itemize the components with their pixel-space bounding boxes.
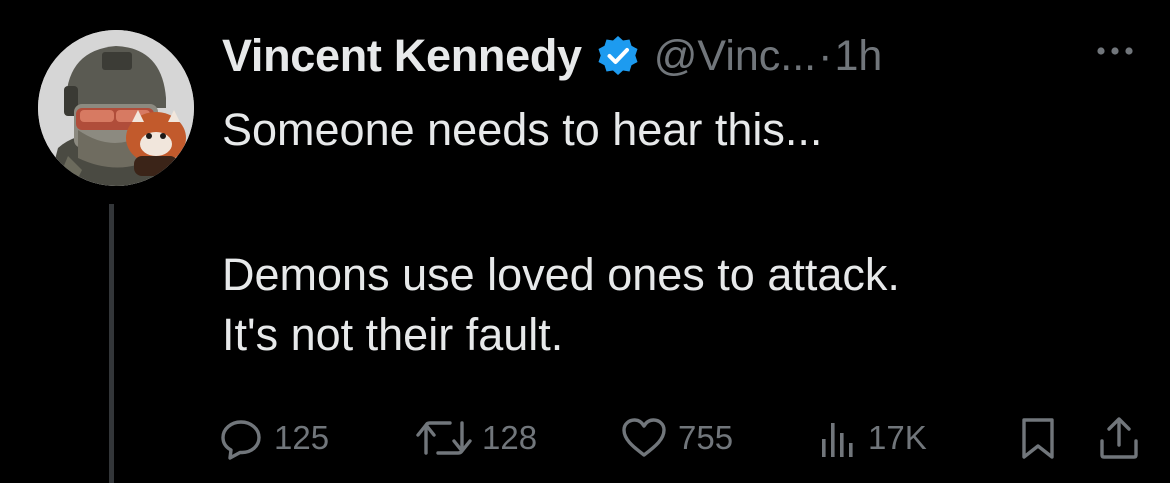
- tweet-timestamp[interactable]: 1h: [834, 32, 882, 81]
- bookmark-icon: [1022, 418, 1054, 459]
- thread-line: [109, 204, 114, 483]
- views-chart-icon: [822, 423, 853, 457]
- avatar[interactable]: [38, 30, 194, 186]
- tweet[interactable]: Vincent Kennedy @Vinc... · 1h Someone ne…: [0, 0, 1170, 483]
- views-button[interactable]: 17K: [818, 412, 927, 464]
- tweet-text-line: Demons use loved ones to attack.: [222, 249, 900, 300]
- author-handle[interactable]: @Vinc...: [654, 32, 816, 81]
- heart-icon: [622, 418, 666, 457]
- reply-count: 125: [274, 419, 330, 456]
- retweet-count: 128: [482, 419, 538, 456]
- avatar-image: [38, 30, 194, 186]
- header-separator: ·: [818, 31, 833, 80]
- retweet-icon: [416, 421, 472, 455]
- action-bar: 125 128 755 17K: [218, 412, 1158, 464]
- like-count: 755: [678, 419, 734, 456]
- share-icon: [1100, 417, 1138, 459]
- verified-badge-icon[interactable]: [596, 34, 640, 78]
- more-dots-icon[interactable]: [1088, 36, 1142, 66]
- tweet-text-line: It's not their fault.: [222, 309, 564, 360]
- tweet-text: Someone needs to hear this... Demons use…: [222, 100, 1142, 365]
- author-display-name[interactable]: Vincent Kennedy: [222, 30, 582, 82]
- reply-icon: [221, 420, 261, 460]
- share-button[interactable]: [1096, 412, 1142, 464]
- views-count: 17K: [868, 419, 927, 456]
- retweet-button[interactable]: 128: [416, 412, 537, 464]
- like-button[interactable]: 755: [620, 412, 733, 464]
- tweet-text-line: Someone needs to hear this...: [222, 104, 823, 155]
- reply-button[interactable]: 125: [218, 412, 329, 464]
- bookmark-button[interactable]: [1018, 412, 1058, 464]
- tweet-header: Vincent Kennedy @Vinc... · 1h: [222, 26, 882, 86]
